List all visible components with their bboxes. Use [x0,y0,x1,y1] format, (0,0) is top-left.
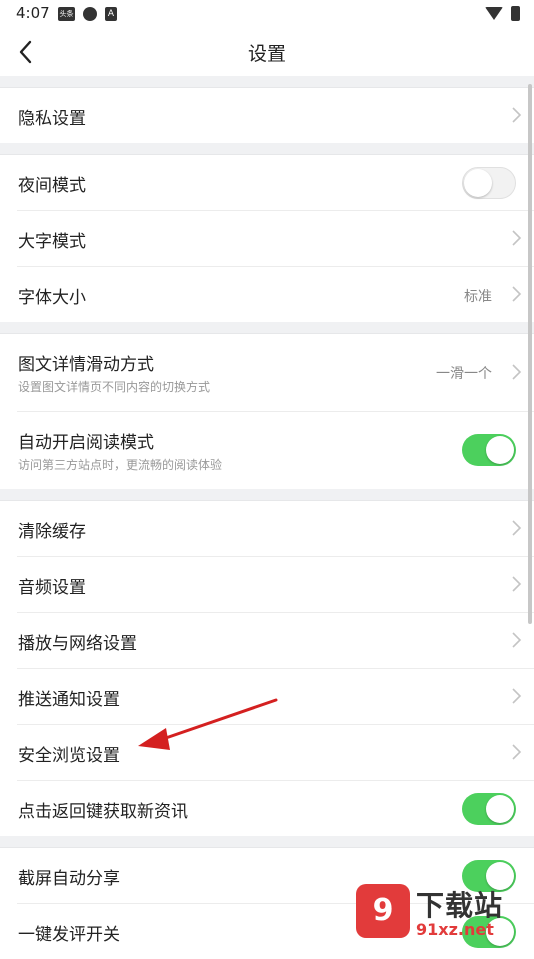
settings-section: 夜间模式大字模式字体大小 标准 [0,155,534,322]
settings-row[interactable]: 夜间模式 [17,155,534,211]
section-divider [0,76,534,88]
row-label: 图文详情滑动方式 [18,355,154,375]
settings-row[interactable]: 自动开启阅读模式访问第三方站点时，更流畅的阅读体验 [17,412,534,489]
section-divider [0,836,534,848]
settings-row[interactable]: 图文详情滑动方式设置图文详情页不同内容的切换方式 一滑一个 [17,334,534,412]
toggle-switch[interactable] [462,793,516,825]
chevron-right-icon [512,230,522,246]
nav-bar: 设置 [0,28,534,76]
section-divider [0,322,534,334]
battery-icon [511,6,520,21]
settings-row[interactable]: 音频设置 [17,557,534,613]
wifi-icon [485,7,503,20]
toggle-switch[interactable] [462,434,516,466]
row-sublabel: 访问第三方站点时，更流畅的阅读体验 [18,458,223,472]
toggle-knob [464,169,492,197]
row-label: 自动开启阅读模式 [18,433,154,453]
row-label: 安全浏览设置 [18,746,120,766]
toggle-switch[interactable] [462,167,516,199]
settings-row[interactable]: 清除缓存 [17,501,534,557]
watermark-url: 91xz.net [416,920,494,939]
row-label: 播放与网络设置 [18,634,137,654]
a-icon: A [105,7,117,21]
status-notification-icons: 头条 A [58,7,117,21]
row-label: 字体大小 [18,288,86,308]
row-label: 清除缓存 [18,522,86,542]
row-label: 一键发评开关 [18,925,120,945]
toggle-knob [486,436,514,464]
watermark-text: 下载站 [416,889,504,922]
settings-section: 清除缓存音频设置播放与网络设置 推送通知设置 安全浏览设置点击返回键获取新资讯 [0,501,534,836]
row-value: 标准 [464,289,492,305]
chevron-right-icon [512,286,522,302]
chevron-right-icon [512,744,522,760]
settings-row[interactable]: 播放与网络设置 [17,613,534,669]
status-time: 4:07 [16,4,50,22]
status-system-icons [485,6,520,21]
settings-row[interactable]: 字体大小 标准 [17,267,534,322]
status-bar: 4:07 头条 A [0,0,534,28]
chevron-right-icon [512,520,522,536]
toutiao-icon: 头条 [58,7,75,21]
site-watermark: 9 下载站 91xz.net [356,884,526,946]
settings-list: 隐私设置夜间模式大字模式字体大小 标准图文详情滑动方式设置图文详情页不同内容的切换… [0,76,534,959]
watermark-logo: 9 [356,884,410,938]
scrollbar[interactable] [528,84,532,624]
settings-row[interactable]: 安全浏览设置 [17,725,534,781]
app-icon [83,7,97,21]
settings-section: 图文详情滑动方式设置图文详情页不同内容的切换方式 一滑一个自动开启阅读模式访问第三… [0,334,534,489]
toggle-knob [486,795,514,823]
section-divider [0,489,534,501]
settings-row[interactable]: 点击返回键获取新资讯 [17,781,534,836]
section-divider [0,143,534,155]
chevron-right-icon [512,107,522,123]
settings-section: 隐私设置 [0,88,534,143]
row-label: 推送通知设置 [18,690,120,710]
page-title: 设置 [247,43,286,65]
row-label: 夜间模式 [18,176,86,196]
settings-row[interactable]: 大字模式 [17,211,534,267]
settings-row[interactable]: 隐私设置 [17,88,534,143]
row-label: 截屏自动分享 [18,869,120,889]
row-label: 点击返回键获取新资讯 [18,802,188,822]
chevron-right-icon [512,364,522,380]
row-label: 大字模式 [18,232,86,252]
row-label: 音频设置 [18,578,86,598]
row-label: 隐私设置 [18,109,86,129]
settings-row[interactable]: 推送通知设置 [17,669,534,725]
chevron-right-icon [512,688,522,704]
chevron-right-icon [512,632,522,648]
row-sublabel: 设置图文详情页不同内容的切换方式 [18,380,211,394]
row-value: 一滑一个 [436,366,492,382]
chevron-right-icon [512,576,522,592]
